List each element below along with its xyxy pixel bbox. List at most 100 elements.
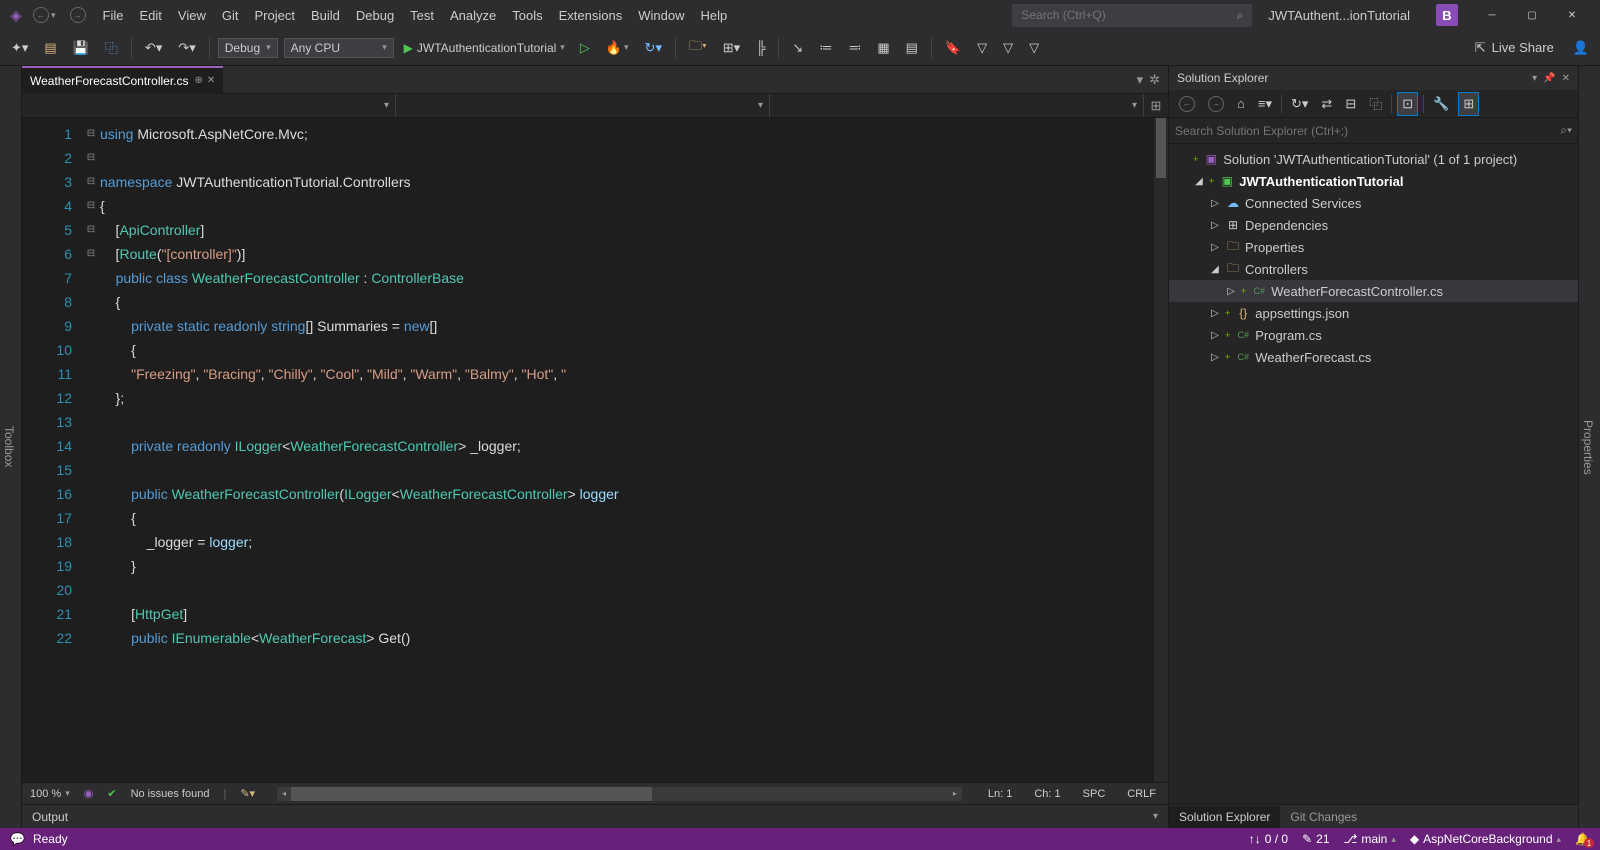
back-icon[interactable]: ← xyxy=(1175,93,1199,115)
feedback-button[interactable]: 👤 xyxy=(1568,37,1594,59)
platform-dropdown[interactable]: Any CPU▾ xyxy=(284,38,394,58)
menu-tools[interactable]: Tools xyxy=(504,4,550,27)
line-indicator[interactable]: Ln: 1 xyxy=(984,788,1016,800)
tree-item[interactable]: ▷⊞Dependencies xyxy=(1169,214,1578,236)
global-search[interactable]: ⌕ xyxy=(1012,4,1252,27)
issues-label[interactable]: No issues found xyxy=(131,788,210,800)
properties-icon[interactable]: 🔧 xyxy=(1429,93,1453,115)
zoom-dropdown[interactable]: 100 %▾ xyxy=(30,788,70,800)
col-indicator[interactable]: Ch: 1 xyxy=(1030,788,1064,800)
global-search-input[interactable] xyxy=(1021,8,1236,22)
tree-item[interactable]: ▷🗀Properties xyxy=(1169,236,1578,258)
save-all-button[interactable]: ⿻ xyxy=(100,35,123,60)
save-button[interactable]: 💾 xyxy=(68,37,94,59)
tab-git-changes[interactable]: Git Changes xyxy=(1280,806,1367,828)
solution-search-input[interactable] xyxy=(1175,124,1560,138)
eol-indicator[interactable]: CRLF xyxy=(1123,788,1160,800)
tree-item[interactable]: ▷+C#WeatherForecastController.cs xyxy=(1169,280,1578,302)
tab-settings-icon[interactable]: ✲ xyxy=(1149,72,1160,88)
file-tab[interactable]: WeatherForecastController.cs ⊕✕ xyxy=(22,66,223,94)
solution-explorer-search[interactable]: ⌕▾ xyxy=(1169,118,1578,144)
horizontal-scrollbar[interactable]: ◂▸ xyxy=(277,787,962,801)
tree-item[interactable]: ▷+C#WeatherForecast.cs xyxy=(1169,346,1578,368)
filter-icon[interactable]: ⇄ xyxy=(1317,93,1336,115)
tree-item[interactable]: ▷+C#Program.cs xyxy=(1169,324,1578,346)
switch-view-icon[interactable]: ≡▾ xyxy=(1254,93,1276,115)
pin-icon[interactable]: ⊕ xyxy=(195,75,203,86)
menu-project[interactable]: Project xyxy=(246,4,302,27)
tool-button-2[interactable]: ↘ xyxy=(787,37,808,59)
menu-analyze[interactable]: Analyze xyxy=(442,4,504,27)
lightbulb-icon[interactable]: ✎▾ xyxy=(240,787,255,800)
nav-back[interactable]: ←▾ xyxy=(28,4,61,26)
nav-forward[interactable]: → xyxy=(65,4,91,26)
run-without-debug-button[interactable]: ▷ xyxy=(575,37,595,59)
tree-item[interactable]: ◢+▣JWTAuthenticationTutorial xyxy=(1169,170,1578,192)
undo-button[interactable]: ↶▾ xyxy=(140,37,167,59)
user-avatar[interactable]: B xyxy=(1436,4,1458,26)
breadcrumb-namespace[interactable]: ▾ xyxy=(22,94,396,117)
notifications-icon[interactable]: 🔔 xyxy=(1575,832,1590,846)
minimize-button[interactable]: ─ xyxy=(1472,1,1512,29)
chat-icon[interactable]: 💬 xyxy=(10,832,25,846)
menu-debug[interactable]: Debug xyxy=(348,4,402,27)
new-item-button[interactable]: ✦▾ xyxy=(6,37,33,59)
error-indicator-icon[interactable]: ◉ xyxy=(84,787,94,800)
window-button[interactable]: ⊞▾ xyxy=(718,37,745,59)
panel-pin-icon[interactable]: 📌 xyxy=(1543,73,1555,84)
track-active-icon[interactable]: ⊞ xyxy=(1458,92,1479,116)
indent-indicator[interactable]: SPC xyxy=(1079,788,1110,800)
maximize-button[interactable]: ▢ xyxy=(1512,1,1552,29)
forward-icon[interactable]: → xyxy=(1204,93,1228,115)
bookmark-button-4[interactable]: ▽ xyxy=(1024,37,1044,59)
menu-help[interactable]: Help xyxy=(692,4,735,27)
bookmark-button-2[interactable]: ▽ xyxy=(972,37,992,59)
toolbox-side-tab[interactable]: Toolbox xyxy=(0,66,22,828)
menu-window[interactable]: Window xyxy=(630,4,692,27)
sync-status[interactable]: ↑↓0 / 0 xyxy=(1249,832,1288,846)
collapse-icon[interactable]: ⊟ xyxy=(1341,93,1360,115)
tool-button-4[interactable]: ≕ xyxy=(843,37,866,59)
menu-file[interactable]: File xyxy=(95,4,132,27)
bookmark-button-1[interactable]: 🔖 xyxy=(940,37,966,59)
repo-indicator[interactable]: ◆AspNetCoreBackground▴ xyxy=(1410,832,1561,846)
tree-item[interactable]: ▷☁Connected Services xyxy=(1169,192,1578,214)
hot-reload-button[interactable]: 🔥▾ xyxy=(601,37,634,59)
tree-item[interactable]: ◢🗀Controllers xyxy=(1169,258,1578,280)
properties-side-tab[interactable]: Properties xyxy=(1578,66,1600,828)
redo-button[interactable]: ↷▾ xyxy=(173,37,200,59)
refresh-button[interactable]: ↻▾ xyxy=(640,37,667,59)
home-icon[interactable]: ⌂ xyxy=(1233,93,1249,114)
close-button[interactable]: ✕ xyxy=(1552,1,1592,29)
close-tab-icon[interactable]: ✕ xyxy=(207,75,215,86)
menu-edit[interactable]: Edit xyxy=(131,4,169,27)
split-editor-icon[interactable]: ⊞ xyxy=(1144,94,1168,117)
open-button[interactable]: ▤ xyxy=(39,37,61,59)
panel-close-icon[interactable]: ✕ xyxy=(1562,73,1570,84)
breadcrumb-class[interactable]: ▾ xyxy=(396,94,770,117)
solution-tree[interactable]: +▣Solution 'JWTAuthenticationTutorial' (… xyxy=(1169,144,1578,804)
code-editor[interactable]: 12345678910111213141516171819202122 ⊟⊟⊟⊟… xyxy=(22,118,1168,782)
tab-overflow-icon[interactable]: ▾ xyxy=(1137,72,1144,88)
preview-icon[interactable]: ⊡ xyxy=(1397,92,1418,116)
output-panel-header[interactable]: Output ▾ xyxy=(22,804,1168,828)
menu-extensions[interactable]: Extensions xyxy=(551,4,631,27)
tool-button-6[interactable]: ▤ xyxy=(901,37,923,59)
menu-view[interactable]: View xyxy=(170,4,214,27)
tree-item[interactable]: ▷+{}appsettings.json xyxy=(1169,302,1578,324)
run-button[interactable]: ▶JWTAuthenticationTutorial▾ xyxy=(400,39,569,57)
menu-build[interactable]: Build xyxy=(303,4,348,27)
live-share-button[interactable]: ⇱Live Share xyxy=(1467,36,1562,60)
menu-test[interactable]: Test xyxy=(402,4,442,27)
show-all-icon[interactable]: ⿻ xyxy=(1365,91,1386,116)
tree-item[interactable]: +▣Solution 'JWTAuthenticationTutorial' (… xyxy=(1169,148,1578,170)
solution-explorer-header[interactable]: Solution Explorer ▾ 📌 ✕ xyxy=(1169,66,1578,90)
menu-git[interactable]: Git xyxy=(214,4,247,27)
browse-button[interactable]: 🗀▾ xyxy=(684,34,712,62)
sync-icon[interactable]: ↻▾ xyxy=(1287,93,1312,115)
tab-solution-explorer[interactable]: Solution Explorer xyxy=(1169,806,1280,828)
bookmark-button-3[interactable]: ▽ xyxy=(998,37,1018,59)
tool-button-1[interactable]: ╠ xyxy=(751,37,770,58)
tool-button-5[interactable]: ▦ xyxy=(872,37,894,59)
breadcrumb-member[interactable]: ▾ xyxy=(770,94,1144,117)
